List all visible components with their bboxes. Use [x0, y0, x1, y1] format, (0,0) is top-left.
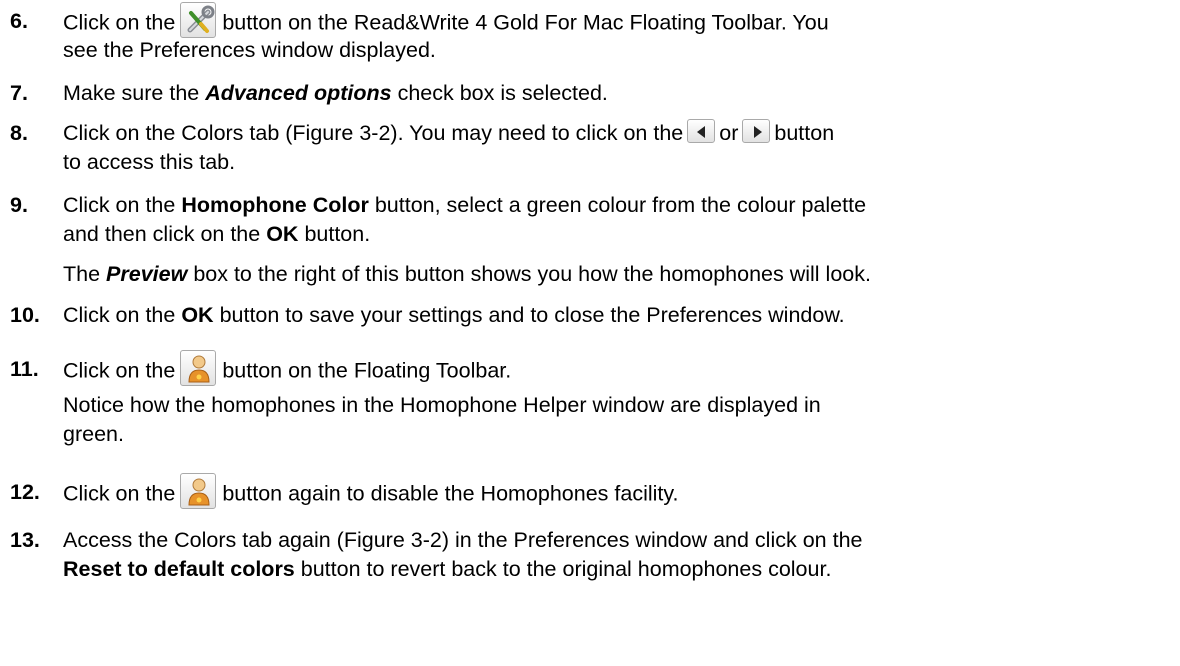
step-text: to access this tab.	[63, 150, 236, 174]
button-name: Homophone Color	[181, 193, 369, 217]
step-text: Notice how the homophones in the Homopho…	[63, 393, 821, 417]
step-text: box to the right of this button shows yo…	[193, 262, 871, 286]
step-text: check box is selected.	[397, 81, 608, 105]
homophones-person-icon	[180, 350, 217, 386]
left-arrow-icon	[687, 119, 716, 144]
tools-icon	[180, 2, 217, 38]
step-text: Access the Colors tab again (Figure 3-2)…	[63, 528, 863, 552]
step-number: 6.	[10, 9, 28, 33]
instructions-page: 6. Click on the button on the Read&Write …	[0, 0, 1180, 666]
step-text: Click on the	[63, 303, 176, 327]
step-text: button.	[304, 222, 371, 246]
step-text: The	[63, 262, 101, 286]
step-text: button on the Read&Write 4 Gold For Mac …	[222, 10, 829, 35]
step-number: 10.	[10, 303, 40, 327]
step-text: button on the Floating Toolbar.	[222, 358, 512, 383]
step-text: Click on the	[63, 481, 176, 506]
step-number: 13.	[10, 528, 40, 552]
step-text: Click on the Colors tab (Figure 3-2). Yo…	[63, 121, 684, 145]
step-text: green.	[63, 422, 124, 446]
step-text: or	[719, 121, 739, 145]
option-name: Advanced options	[205, 81, 392, 105]
button-name: OK	[266, 222, 299, 246]
step-text: see the Preferences window displayed.	[63, 38, 436, 62]
step-number: 11.	[10, 357, 39, 381]
step-text: button to save your settings and to clos…	[219, 303, 845, 327]
step-text: and then click on the	[63, 222, 261, 246]
step-text: button to revert back to the original ho…	[300, 557, 832, 581]
button-name: Reset to default colors	[63, 557, 295, 581]
step-text: Click on the	[63, 193, 176, 217]
step-number: 7.	[10, 81, 28, 105]
step-text: Make sure the	[63, 81, 200, 105]
step-text: button again to disable the Homophones f…	[222, 481, 679, 506]
option-name: Preview	[106, 262, 188, 286]
right-arrow-icon	[742, 119, 771, 144]
step-number: 9.	[10, 193, 28, 217]
step-text: button, select a green colour from the c…	[374, 193, 867, 217]
button-name: OK	[181, 303, 214, 327]
step-text: button	[774, 121, 835, 145]
step-text: Click on the	[63, 10, 176, 35]
step-text: Click on the	[63, 358, 176, 383]
homophones-person-icon	[180, 473, 217, 509]
step-number: 8.	[10, 121, 28, 145]
step-number: 12.	[10, 480, 40, 504]
